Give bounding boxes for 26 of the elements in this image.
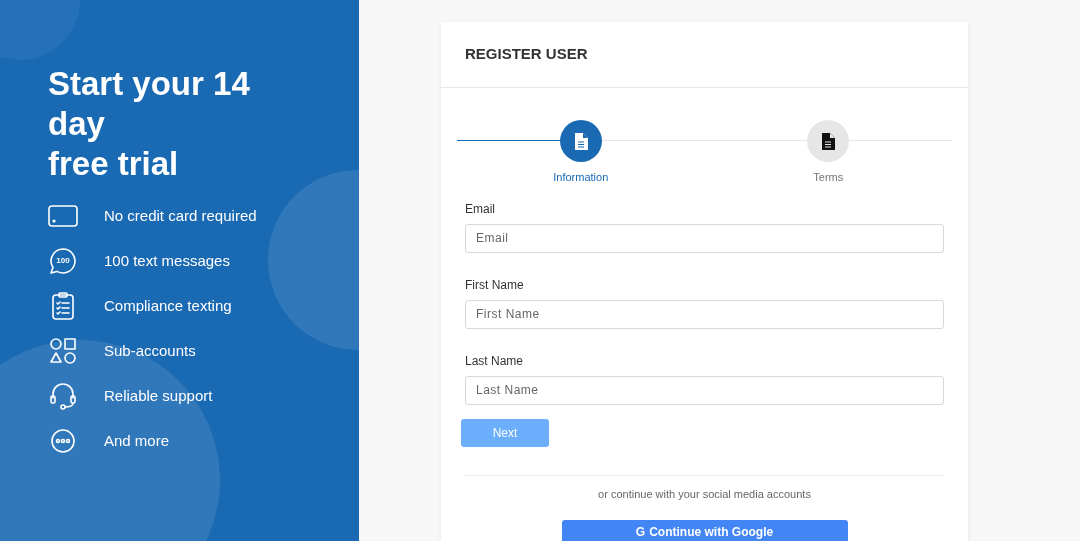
document-icon (821, 132, 836, 150)
more-options-icon (48, 427, 78, 455)
headset-icon (48, 382, 78, 410)
field-label: Last Name (465, 352, 525, 370)
step-label[interactable]: Terms (813, 169, 844, 186)
feature-label: And more (104, 430, 170, 451)
feature-label: Reliable support (104, 385, 213, 406)
input-field[interactable]: Email (465, 223, 944, 253)
shapes-icon (48, 337, 78, 365)
promo-title: free trial (48, 144, 180, 184)
field-label: Email (465, 200, 496, 218)
feature-label: 100 text messages (104, 250, 230, 271)
input-field[interactable]: First Name (465, 299, 944, 329)
credit-card-icon (48, 202, 78, 230)
field-label: First Name (465, 276, 525, 294)
input-field[interactable]: Last Name (465, 375, 944, 405)
feature-label: Sub-accounts (104, 340, 196, 361)
google-button[interactable]: G Continue with Google (561, 520, 848, 541)
document-icon (573, 132, 588, 150)
feature-label: No credit card required (104, 205, 257, 226)
social-login-text: or continue with your social media accounts (597, 486, 812, 502)
step-label[interactable]: Information (553, 169, 609, 186)
chat-bubble-icon: 100 (48, 247, 78, 275)
card-title: REGISTER USER (465, 44, 588, 65)
feature-label: Compliance texting (104, 295, 232, 316)
google-icon: G (635, 523, 646, 541)
